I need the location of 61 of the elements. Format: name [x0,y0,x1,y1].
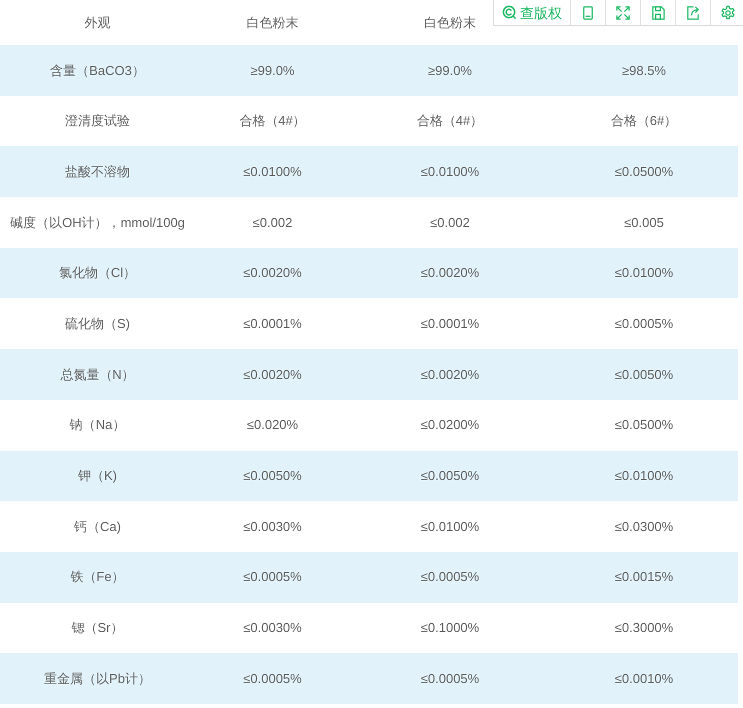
copyright-search-icon [502,5,517,20]
table-cell-text: 钙（Ca) [74,518,121,536]
table-cell-text: ≤0.0020% [243,264,302,282]
table-cell-text: ≤0.0020% [243,366,302,384]
settings-icon [720,4,736,20]
table-cell-text: ≤0.0100% [614,264,674,282]
table-cell-text: ≤0.0100% [420,162,480,181]
table-cell-text: 重金属（以Pb计） [44,670,151,688]
table-cell-text: 外观 [84,14,110,32]
table-cell-text: 氯化物（Cl） [58,264,136,282]
table-cell-text: 硫化物（S) [65,315,130,334]
table-cell-text: 锶（Sr） [72,619,124,638]
table-cell-text: ≤0.0030% [243,619,302,638]
table-cell-text: 碱度（以OH计），mmol/100g [10,214,185,232]
table-cell-text: 合格（4#） [239,112,306,130]
table-cell-text: 钠（Na） [70,416,126,434]
expand-icon [615,4,631,20]
table-cell-text: ≥98.5% [622,62,666,80]
table-cell-text: ≤0.1000% [420,619,480,638]
table-cell-text: ≤0.0030% [243,518,302,536]
table-cell-text: ≤0.020% [246,416,298,434]
table-cell-text: 含量（BaCO3） [50,62,145,80]
table-cell-text: ≤0.0005% [243,568,302,586]
table-cell-text: 总氮量（N） [60,366,135,384]
table-cell-text: ≤0.0050% [420,467,480,486]
table-cell-text: ≤0.0100% [420,518,480,536]
table-cell-text: ≤0.0001% [243,315,302,334]
save-icon [650,4,666,20]
table-cell-text: ≤0.0100% [243,162,302,181]
table-cell-text: ≤0.0020% [420,264,480,282]
table-cell-text: ≤0.0005% [420,568,480,586]
table-cell-text: ≤0.0001% [420,315,480,334]
table-cell-text: 盐酸不溶物 [65,162,130,181]
share-icon [685,4,701,20]
table-cell-text: ≤0.0300% [614,518,674,536]
table-cell-text: 白色粉末 [246,14,298,32]
table-cell-text: ≤0.0010% [614,670,674,688]
tablet-icon [580,4,596,20]
table-cell-text: ≤0.0500% [614,162,674,181]
table-cell-text: 白色粉末 [424,14,476,32]
table-cell-text: ≤0.0005% [614,315,674,334]
table-cell-text: ≤0.0100% [614,467,674,486]
table-cell-text: ≤0.3000% [614,619,674,638]
table-cell-text: ≥99.0% [250,62,294,80]
table-cell-text: ≤0.002 [430,214,470,232]
table-cell-text: 钾（K) [78,467,117,486]
table-cell-text: ≤0.0015% [614,568,674,586]
table-cell-text: ≤0.002 [252,214,292,232]
table-cell-text: 合格（6#） [610,112,678,130]
table-cell-text: ≤0.0005% [243,670,302,688]
table-cell-text: ≤0.0200% [420,416,480,434]
table-cell-text: ≤0.0005% [420,670,480,688]
table-cell-text: ≤0.0500% [614,416,674,434]
table-cell-text: 澄清度试验 [65,112,130,130]
table-cell-text: ≤0.005 [624,214,664,232]
table-cell-text: 合格（4#） [416,112,484,130]
table-cell-text: ≥99.0% [428,62,472,80]
table-cell-text: ≤0.0050% [614,366,674,384]
table-cell-text: ≤0.0050% [243,467,302,486]
table-cell-text: ≤0.0020% [420,366,480,384]
table-cell-text: 铁（Fe） [70,568,125,586]
